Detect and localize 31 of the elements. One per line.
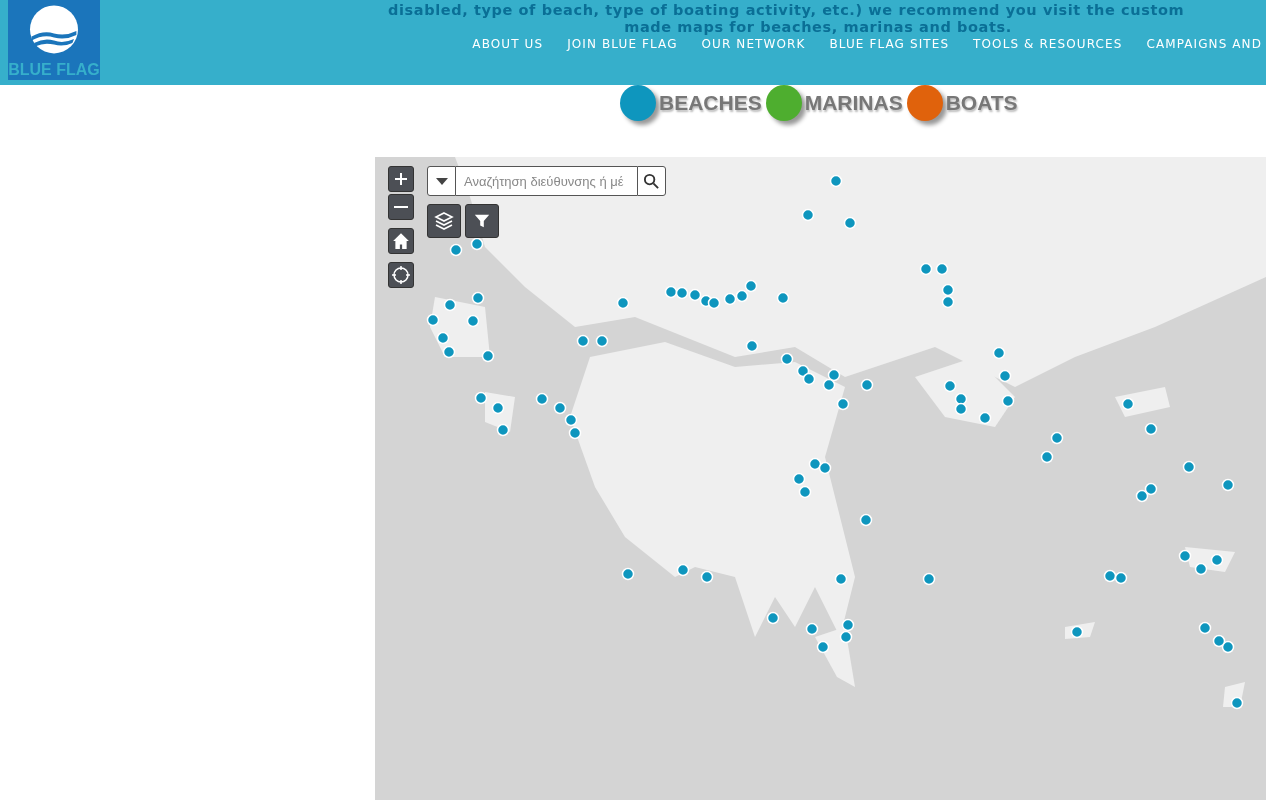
caret-icon: [435, 177, 448, 185]
intro-text: disabled, type of beach, type of boating activity, etc.) we recommend you visit the custom: [388, 2, 1185, 19]
nav-link[interactable]: BLUE FLAG SITES: [805, 37, 950, 52]
filter-button[interactable]: [465, 204, 499, 238]
search-field[interactable]: Αναζήτηση διεύθυνσης ή μέ: [456, 166, 637, 196]
locate-button[interactable]: [388, 262, 414, 288]
logo[interactable]: BLUE FLAG: [8, 0, 100, 80]
minus-icon: [394, 206, 408, 208]
home-icon: [392, 232, 410, 250]
search-button[interactable]: [637, 166, 666, 196]
nav-link[interactable]: JOIN BLUE FLAG: [543, 37, 678, 52]
layers-icon: [434, 211, 454, 231]
logo-text: BLUE FLAG: [8, 62, 100, 78]
locate-icon: [391, 265, 411, 285]
nav-link[interactable]: ABOUT US: [448, 37, 544, 52]
category-button[interactable]: BEACHES: [620, 85, 762, 121]
map-pin[interactable]: [470, 237, 484, 251]
nav-link[interactable]: TOOLS & RESOURCES: [949, 37, 1123, 52]
dropdown-button[interactable]: [427, 166, 456, 196]
zoom-out-button[interactable]: [388, 194, 414, 220]
plus-icon: [393, 171, 409, 187]
nav-link[interactable]: CAMPAIGNS AND: [1122, 37, 1262, 52]
category-button[interactable]: MARINAS: [765, 85, 903, 121]
category-button[interactable]: BOATS: [906, 85, 1018, 121]
home-button[interactable]: [388, 228, 414, 254]
intro-text: made maps for beaches, marinas and boats.: [624, 19, 1012, 36]
filter-icon: [473, 212, 491, 230]
search-icon: [643, 172, 660, 190]
layers-button[interactable]: [427, 204, 461, 238]
zoom-in-button[interactable]: [388, 166, 414, 192]
nav-link[interactable]: OUR NETWORK: [677, 37, 806, 52]
